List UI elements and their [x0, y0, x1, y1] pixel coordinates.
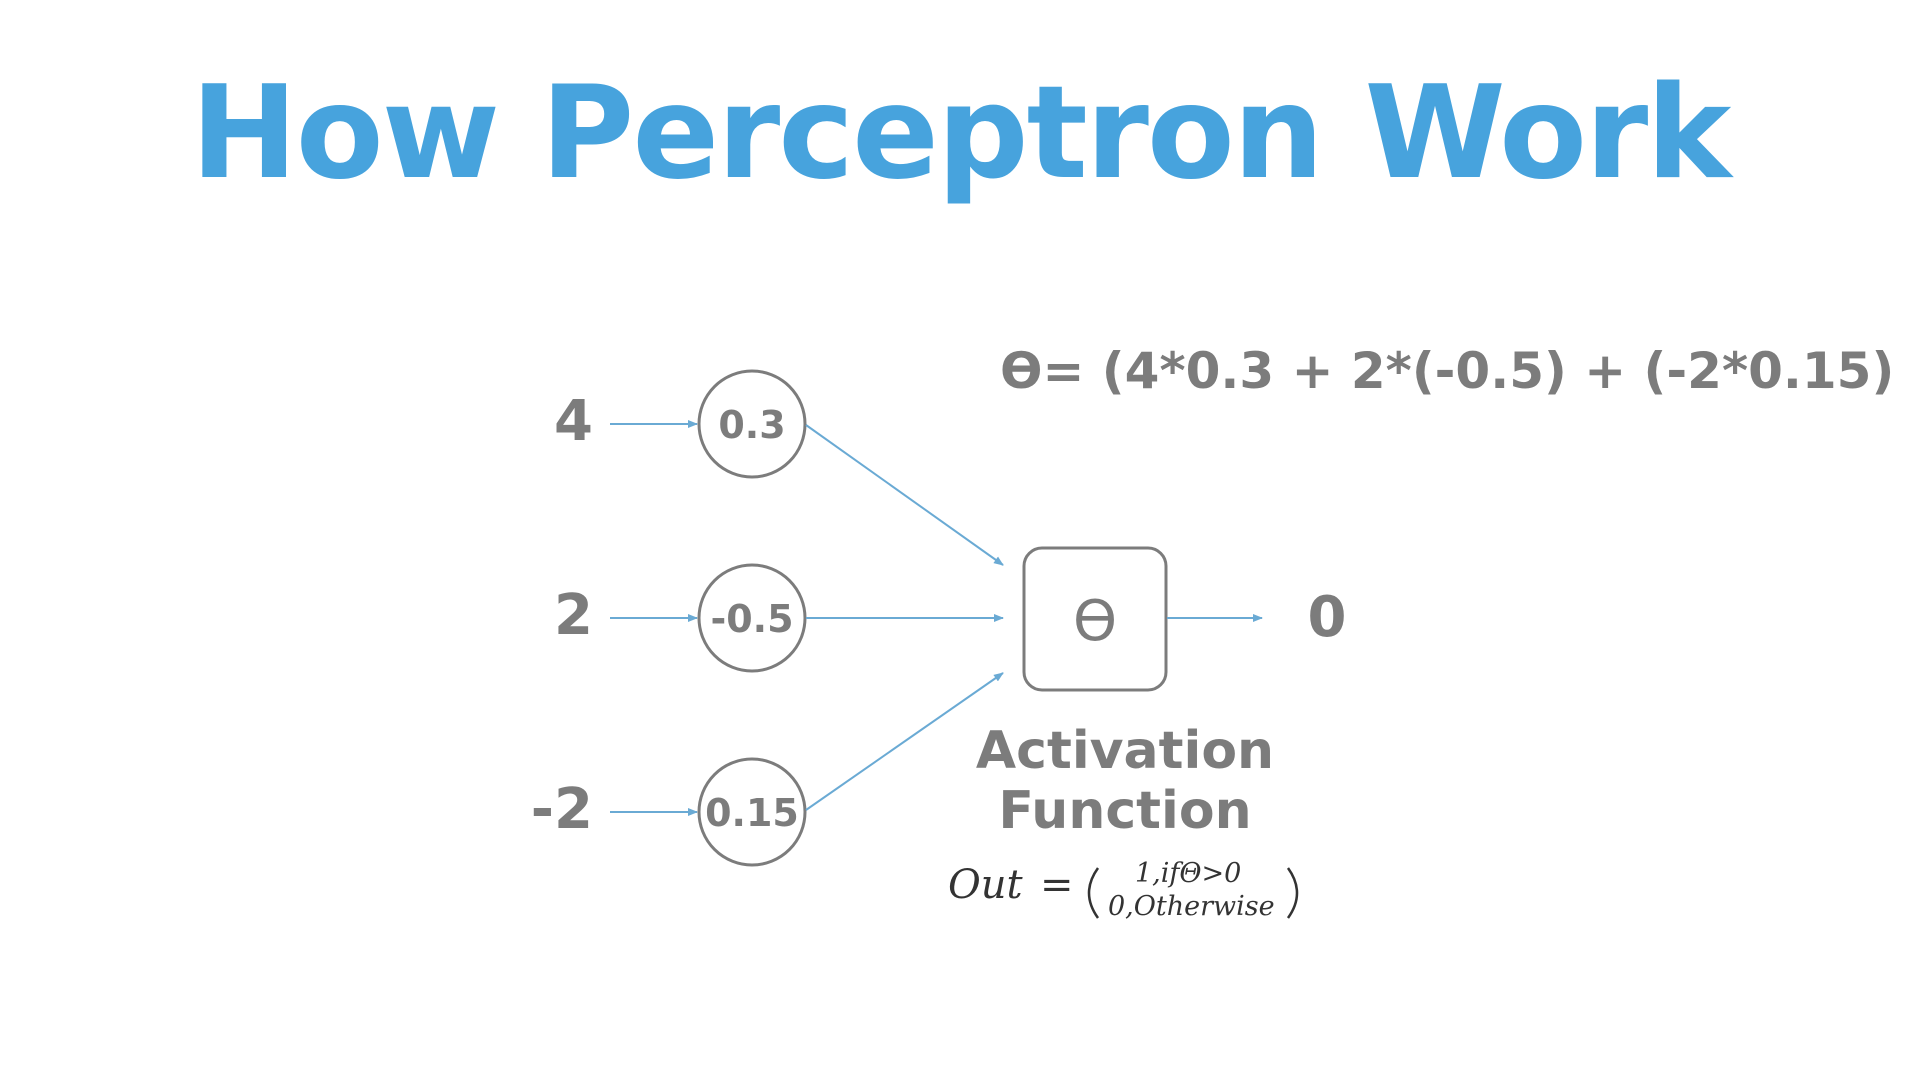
- out-rule-lhs: Out: [948, 862, 1024, 908]
- activation-label-line2: Function: [998, 781, 1251, 841]
- weight-label-1: 0.3: [718, 403, 785, 447]
- out-rule-case-2: 0,Otherwise: [1108, 891, 1275, 922]
- theta-formula: ϴ= (4*0.3 + 2*(-0.5) + (-2*0.15): [1000, 342, 1894, 400]
- output-value: 0: [1308, 585, 1347, 650]
- perceptron-diagram: ϴ= (4*0.3 + 2*(-0.5) + (-2*0.15) 4 0.3 2…: [531, 342, 1895, 922]
- input-value-1: 4: [554, 389, 593, 454]
- input-value-3: -2: [531, 777, 593, 842]
- activation-theta-symbol: ϴ: [1073, 589, 1117, 654]
- input-value-2: 2: [554, 583, 593, 648]
- weight-arrow-3: [805, 672, 1004, 811]
- weight-arrow-1: [805, 424, 1004, 566]
- out-rule-right-paren: [1286, 867, 1299, 919]
- out-rule-left-paren: [1087, 867, 1100, 919]
- out-rule-case-1: 1,ifΘ>0: [1135, 858, 1241, 889]
- out-rule-equals: =: [1040, 862, 1074, 908]
- weight-label-2: -0.5: [710, 597, 793, 641]
- weight-label-3: 0.15: [705, 791, 799, 835]
- activation-label-line1: Activation: [976, 721, 1274, 781]
